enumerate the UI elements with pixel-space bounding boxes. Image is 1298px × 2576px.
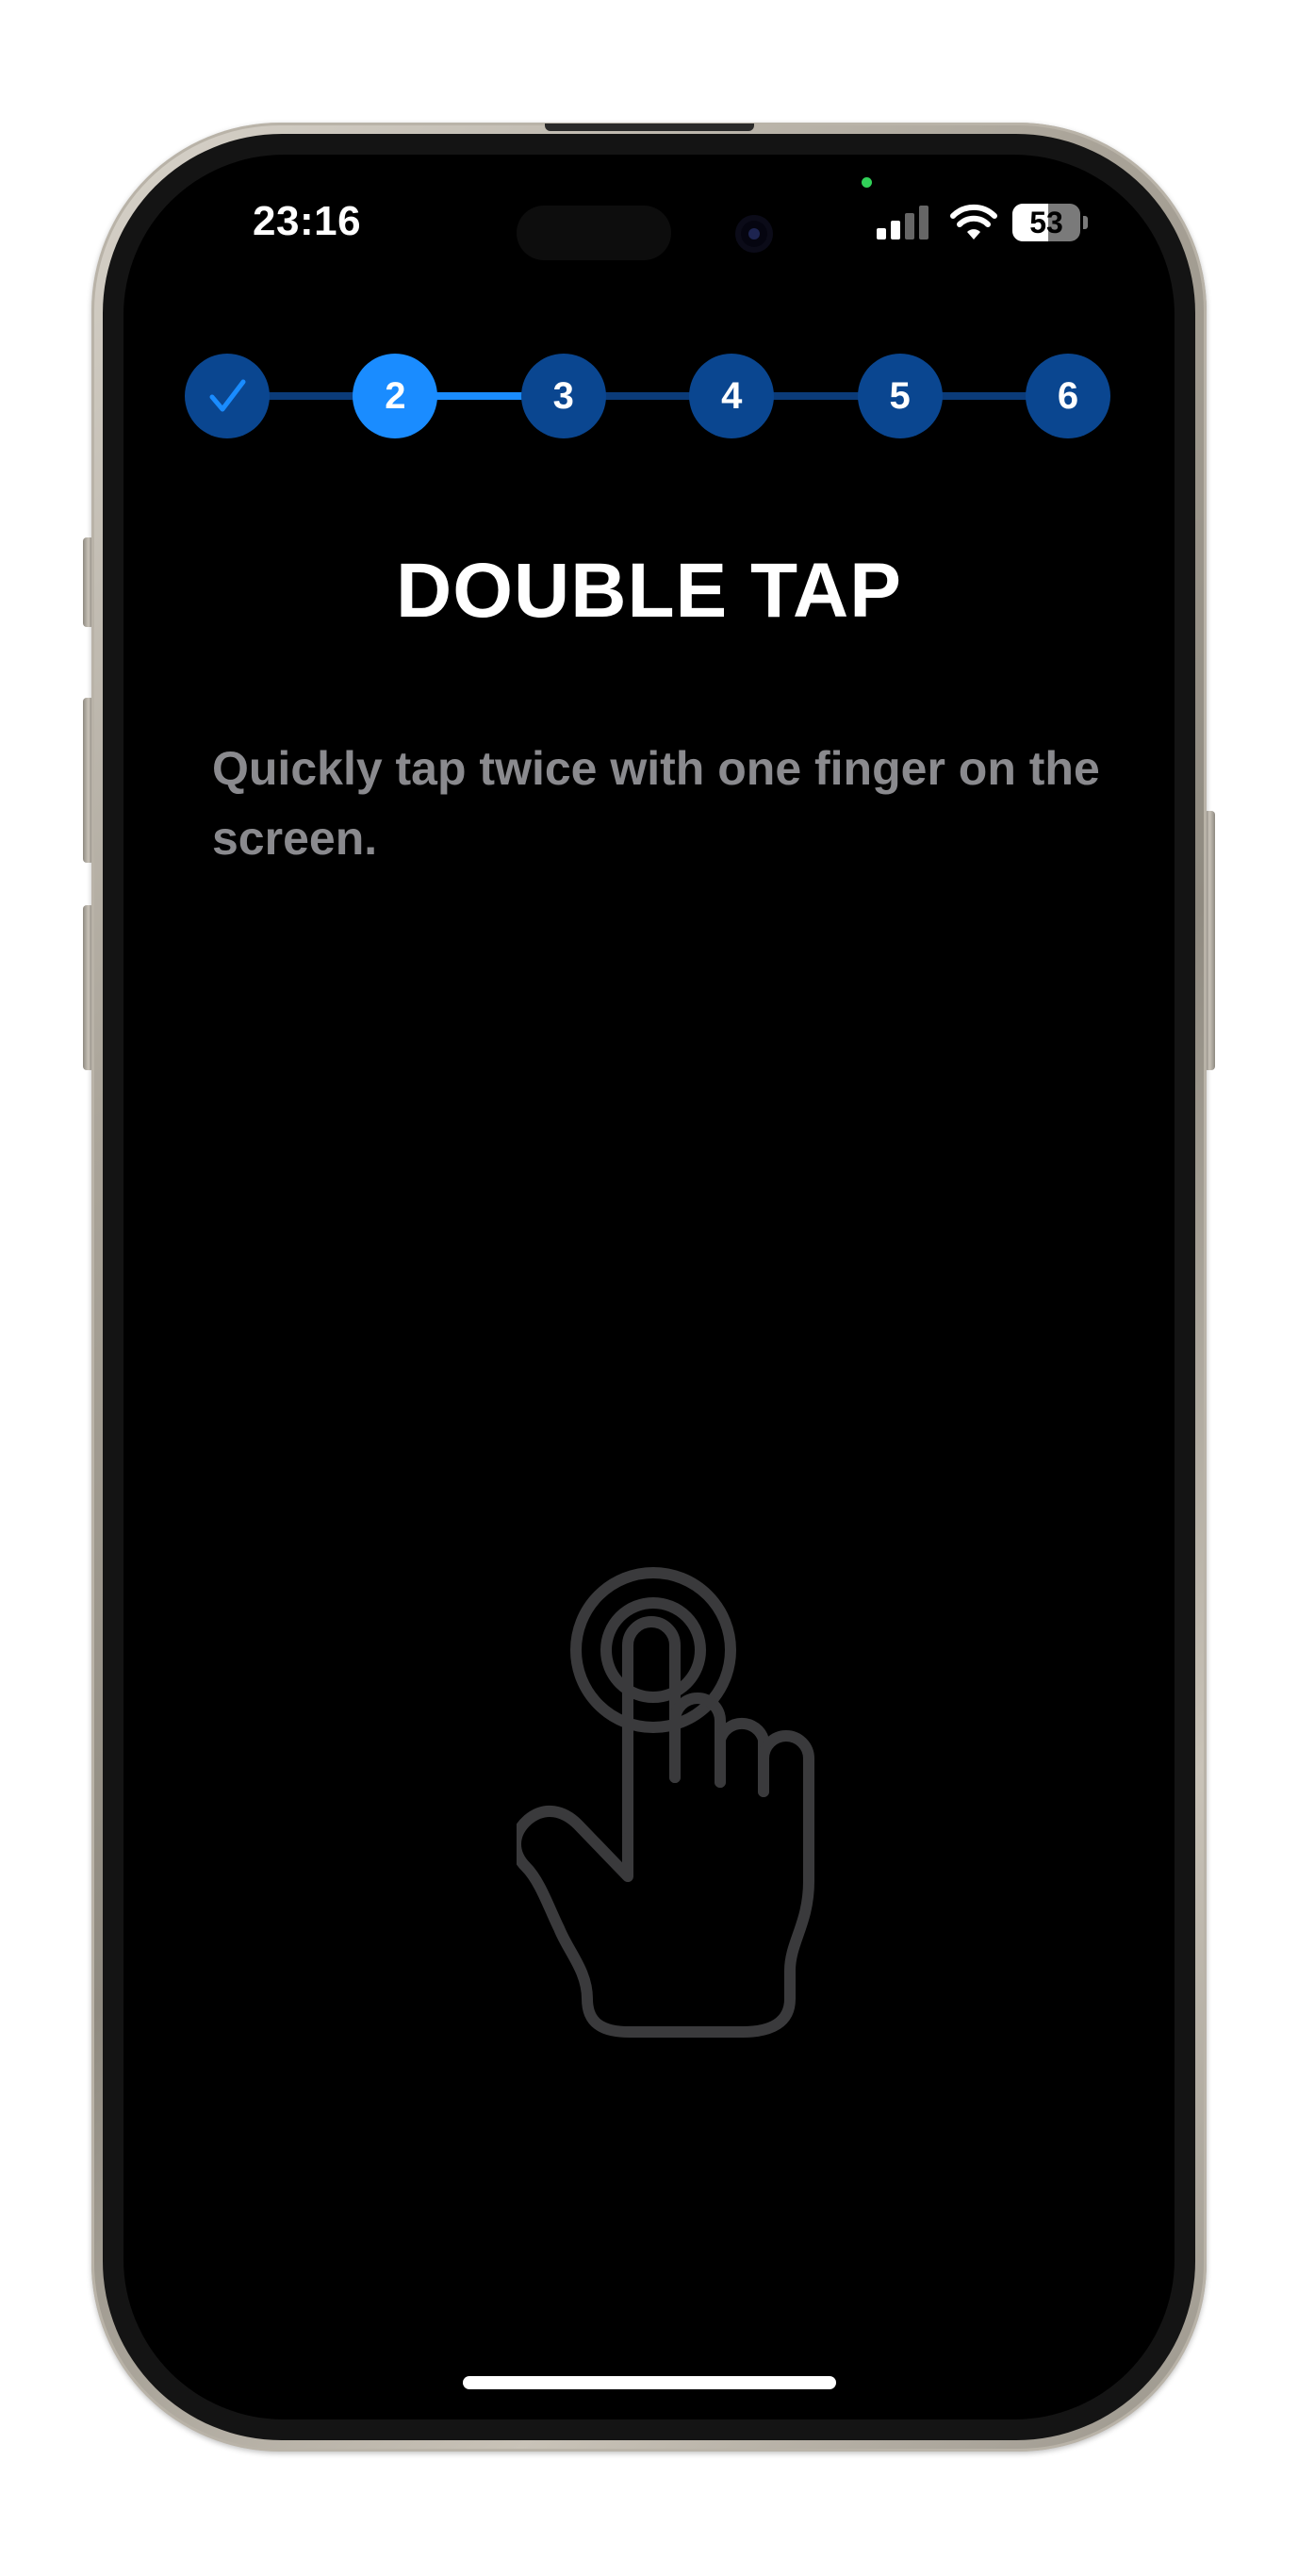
step-3: 3 — [520, 354, 606, 438]
step-5: 5 — [857, 354, 943, 438]
front-camera — [735, 215, 773, 253]
screen — [123, 155, 1175, 2419]
phone-bezel — [103, 134, 1195, 2440]
step-4: 4 — [689, 354, 775, 438]
phone-frame — [91, 123, 1207, 2452]
instruction-text: Quickly tap twice with one finger on the… — [212, 742, 1100, 865]
dynamic-island — [517, 206, 671, 260]
step-number: 3 — [552, 375, 574, 417]
home-indicator[interactable] — [463, 2376, 836, 2389]
step-number: 2 — [385, 375, 406, 417]
step-2: 2 — [353, 354, 438, 438]
progress-stepper: 2 3 4 5 6 — [185, 354, 1110, 438]
battery-tip — [1083, 216, 1088, 229]
battery-percentage: 53 — [1029, 206, 1063, 239]
step-number: 6 — [1057, 375, 1079, 417]
page: 23:16 53 2 3 4 5 6 DOUBLE TAP Quickly tap tw… — [0, 0, 1298, 2576]
battery-body: 53 — [1012, 204, 1080, 241]
checkmark-icon — [209, 379, 246, 412]
earpiece-speaker — [545, 124, 754, 131]
step-1 — [185, 354, 270, 438]
page-title: DOUBLE TAP — [396, 548, 902, 634]
step-number: 4 — [721, 375, 743, 417]
wifi-icon — [950, 204, 997, 239]
cellular-signal-icon — [877, 206, 931, 239]
step-6: 6 — [1026, 354, 1110, 438]
privacy-indicator-dot — [862, 177, 872, 188]
double-tap-hand-icon[interactable] — [517, 1556, 818, 2046]
battery-icon: 53 — [1012, 204, 1088, 241]
status-time: 23:16 — [253, 198, 362, 244]
step-number: 5 — [889, 375, 911, 417]
